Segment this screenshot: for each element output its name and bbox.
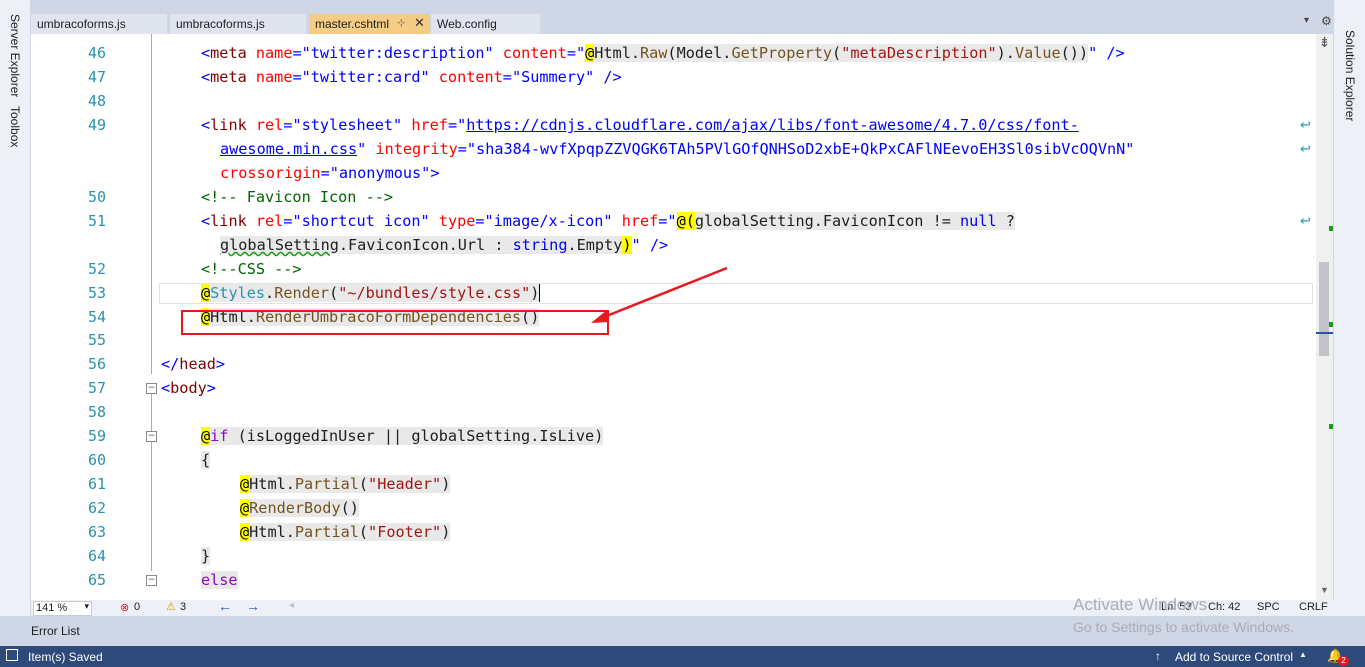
code-line-65: else — [201, 571, 238, 589]
code-line-53: @Styles.Render("~/bundles/style.css") — [201, 284, 541, 302]
caret-position-marker — [1316, 332, 1333, 334]
code-line-49-wrap-1: awesome.min.css" integrity="sha384-wvfXp… — [220, 140, 1135, 158]
line-number: 63 — [87, 523, 106, 541]
add-to-source-control[interactable]: Add to Source Control — [1175, 650, 1293, 664]
line-number: 52 — [87, 260, 106, 278]
code-line-57: <body> — [161, 379, 216, 397]
annotation-box — [181, 310, 609, 335]
tab-label: Web.config — [437, 17, 497, 31]
line-number: 46 — [87, 44, 106, 62]
document-tab-strip: umbracoforms.js umbracoforms.js master.c… — [31, 14, 1334, 34]
whitespace-indicator: SPC — [1257, 601, 1280, 613]
tab-label: umbracoforms.js — [176, 17, 265, 31]
split-icon[interactable]: ⇟ — [1316, 34, 1333, 52]
settings-icon[interactable]: ⚙ — [1321, 14, 1332, 28]
warning-icon: ⚠ — [166, 601, 176, 613]
activation-watermark-subtitle: Go to Settings to activate Windows. — [1073, 619, 1294, 635]
tab-web-config[interactable]: Web.config — [431, 14, 540, 34]
tab-umbracoforms-js-2[interactable]: umbracoforms.js — [170, 14, 306, 34]
toolbox-tab[interactable]: Toolbox — [8, 106, 22, 147]
pin-icon[interactable]: ⊹ — [397, 14, 405, 34]
line-number: 62 — [87, 499, 106, 517]
zoom-value: 141 % — [36, 602, 68, 614]
tab-label: umbracoforms.js — [37, 17, 126, 31]
error-icon: ⊗ — [120, 602, 130, 614]
right-tool-rail: Solution Explorer — [1333, 0, 1365, 646]
zoom-dropdown[interactable]: 141 % ▾ — [33, 601, 92, 616]
line-number: 58 — [87, 403, 106, 421]
change-marker — [1329, 226, 1333, 231]
code-line-49-wrap-2: crossorigin="anonymous"> — [220, 164, 440, 182]
error-count[interactable]: 0 — [134, 601, 140, 613]
fold-toggle-icon[interactable]: − — [146, 575, 157, 586]
word-wrap-icon: ↩ — [1300, 117, 1311, 132]
code-line-49: <link rel="stylesheet" href="https://cdn… — [201, 116, 1079, 134]
line-number: 50 — [87, 188, 106, 206]
scrollbar-thumb[interactable] — [1319, 262, 1329, 356]
line-number: 61 — [87, 475, 106, 493]
line-number: 56 — [87, 355, 106, 373]
code-line-51: <link rel="shortcut icon" type="image/x-… — [201, 212, 1015, 230]
fold-toggle-icon[interactable]: − — [146, 431, 157, 442]
server-explorer-tab[interactable]: Server Explorer — [8, 14, 22, 97]
word-wrap-icon: ↩ — [1300, 141, 1311, 156]
solution-explorer-tab[interactable]: Solution Explorer — [1343, 30, 1357, 121]
tab-master-cshtml[interactable]: master.cshtml ⊹ ✕ — [309, 14, 430, 34]
chevron-up-icon: ▲ — [1299, 650, 1307, 659]
scroll-left-icon[interactable]: ◂ — [289, 600, 294, 611]
fold-guide — [151, 394, 152, 432]
scroll-down-icon[interactable]: ▼ — [1320, 585, 1329, 595]
code-line-60: { — [201, 451, 211, 469]
line-number: 51 — [87, 212, 106, 230]
line-ending-indicator: CRLF — [1299, 601, 1328, 613]
status-message: Item(s) Saved — [28, 650, 103, 664]
fold-toggle-icon[interactable]: − — [146, 383, 157, 394]
code-line-56: </head> — [161, 355, 226, 373]
word-wrap-icon: ↩ — [1300, 213, 1311, 228]
status-icon — [6, 649, 18, 661]
change-marker — [1329, 424, 1333, 429]
line-number: 57 — [87, 379, 106, 397]
code-line-47: <meta name="twitter:card" content="Summe… — [201, 68, 622, 86]
navigate-forward-icon[interactable]: → — [246, 598, 260, 614]
code-line-59: @if (isLoggedInUser || globalSetting.IsL… — [201, 427, 604, 445]
code-line-63: @Html.Partial("Footer") — [240, 523, 451, 541]
line-number: 55 — [87, 331, 106, 349]
left-tool-rail: Server Explorer Toolbox — [0, 0, 31, 646]
tab-umbracoforms-js-1[interactable]: umbracoforms.js — [31, 14, 167, 34]
line-number: 60 — [87, 451, 106, 469]
fold-guide — [151, 34, 152, 374]
tab-dropdown-icon[interactable]: ▾ — [1304, 15, 1309, 26]
error-list-tab[interactable]: Error List — [31, 624, 80, 638]
column-indicator: Ch: 42 — [1208, 601, 1241, 613]
fold-guide — [151, 442, 152, 571]
activation-watermark-title: Activate Windows — [1073, 595, 1208, 614]
chevron-down-icon: ▾ — [84, 601, 89, 611]
status-bar: Item(s) Saved ↑ Add to Source Control ▲ … — [0, 646, 1365, 667]
code-line-52: <!--CSS --> — [201, 260, 302, 278]
navigate-back-icon[interactable]: ← — [218, 598, 232, 614]
code-line-61: @Html.Partial("Header") — [240, 475, 451, 493]
line-number: 47 — [87, 68, 106, 86]
code-line-50: <!-- Favicon Icon --> — [201, 188, 394, 206]
line-number: 65 — [87, 571, 106, 589]
close-icon[interactable]: ✕ — [414, 13, 425, 33]
tab-label: master.cshtml — [315, 17, 390, 31]
line-number: 64 — [87, 547, 106, 565]
change-marker — [1329, 322, 1333, 327]
line-number: 59 — [87, 427, 106, 445]
line-number: 54 — [87, 308, 106, 326]
annotation-arrow-icon — [591, 266, 728, 323]
code-line-62: @RenderBody() — [240, 499, 359, 517]
code-line-51-wrap: globalSetting.FaviconIcon.Url : string.E… — [220, 236, 669, 254]
line-number: 48 — [87, 92, 106, 110]
code-line-64: } — [201, 547, 211, 565]
notification-badge: 2 — [1338, 656, 1349, 666]
code-line-46: <meta name="twitter:description" content… — [201, 44, 1125, 62]
line-number: 49 — [87, 116, 106, 134]
warning-count[interactable]: 3 — [180, 601, 186, 613]
upload-arrow-icon: ↑ — [1155, 649, 1161, 663]
line-number: 53 — [87, 284, 106, 302]
